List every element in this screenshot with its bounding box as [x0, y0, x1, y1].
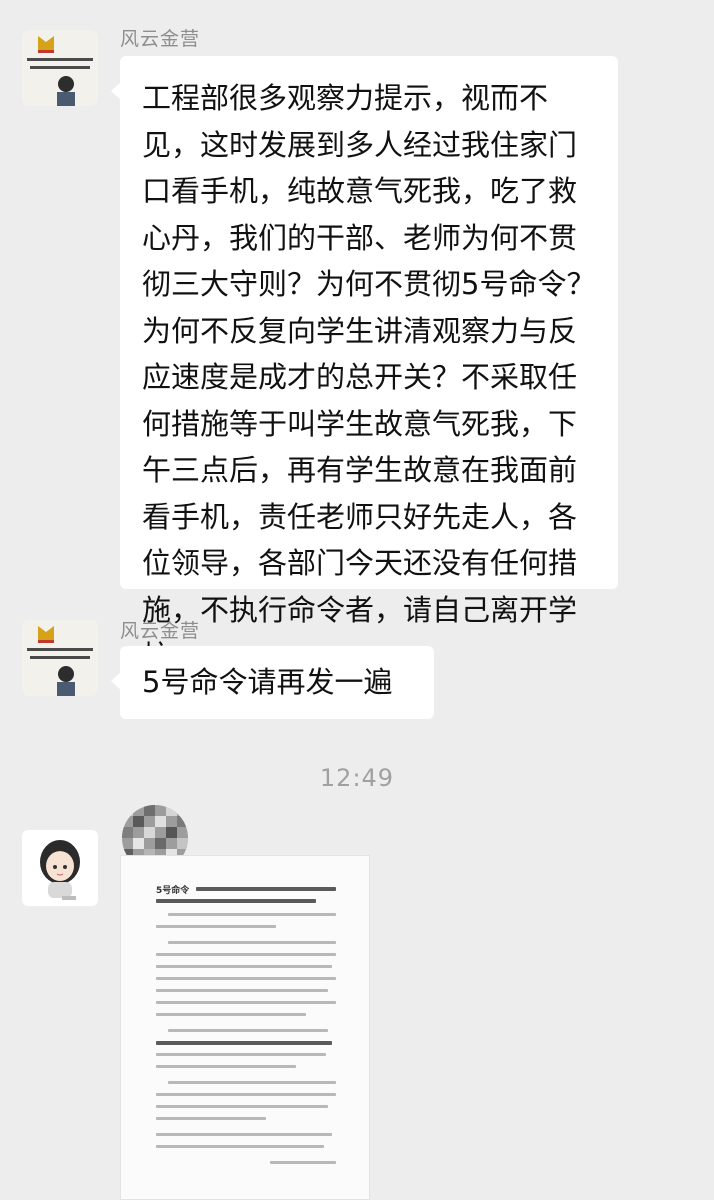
image-message-thumbnail[interactable]: 5号命令 — [120, 855, 370, 1200]
sender-avatar[interactable] — [22, 30, 98, 106]
sender-avatar[interactable] — [22, 620, 98, 696]
avatar-portrait-icon — [22, 30, 98, 106]
message-timestamp: 12:49 — [319, 764, 395, 792]
chat-view: 风云金营 工程部很多观察力提示，视而不见，这时发展到多人经过我住家门口看手机，纯… — [0, 0, 714, 1200]
message-text: 工程部很多观察力提示，视而不见，这时发展到多人经过我住家门口看手机，纯故意气死我… — [142, 81, 596, 673]
message-bubble[interactable]: 5号命令请再发一遍 — [111, 646, 434, 719]
sender-avatar[interactable] — [22, 830, 98, 906]
sender-name: 风云金营 — [120, 28, 201, 50]
avatar-portrait-icon — [22, 620, 98, 696]
message-bubble[interactable]: 工程部很多观察力提示，视而不见，这时发展到多人经过我住家门口看手机，纯故意气死我… — [111, 56, 618, 673]
cartoon-girl-avatar-icon — [22, 830, 98, 906]
document-heading: 5号命令 — [156, 886, 190, 896]
message-text: 5号命令请再发一遍 — [142, 665, 393, 699]
sender-name: 风云金营 — [120, 620, 201, 642]
